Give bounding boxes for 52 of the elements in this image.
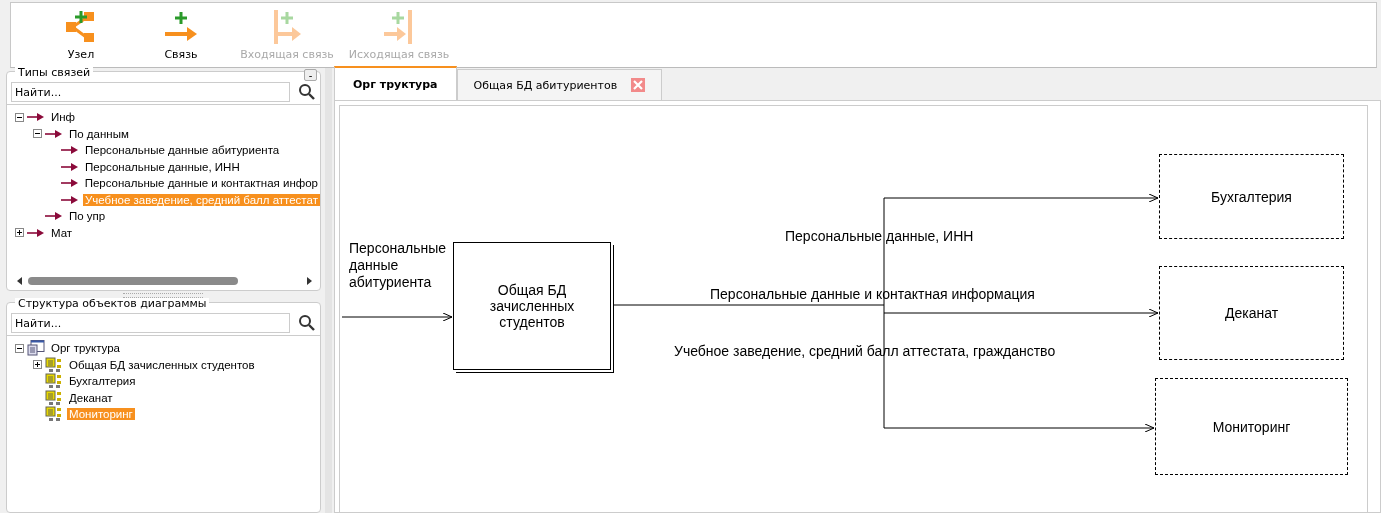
diagram-node: Деканат [1159,266,1344,360]
tree-item[interactable]: По данным [67,127,131,140]
network-icon [45,356,63,373]
network-icon [45,389,63,406]
tree-item[interactable]: Персональные данные абитуриента [83,144,282,157]
panel-title: Структура объектов диаграммы [15,298,210,309]
arrow-icon [27,112,45,123]
toolbar-button[interactable]: Узел [31,3,131,67]
search-icon[interactable] [298,83,316,101]
tab[interactable]: Общая БД абитуриентов [456,69,663,100]
arrow-icon [61,145,79,156]
arrow-icon [61,161,79,172]
expand-toggle-icon[interactable] [33,360,42,370]
arrow-icon [27,227,45,238]
scroll-right-icon[interactable] [307,277,312,285]
arrow-plus-icon [163,9,199,44]
tree-item[interactable]: Общая БД зачисленных студентов [67,358,257,371]
network-icon [45,373,63,390]
document-icon [27,340,45,357]
diagram-node: Общая БД зачисленных студентов [453,242,611,370]
tree-item[interactable]: Деканат [67,391,115,404]
tab[interactable]: Орг труктура [334,66,457,100]
arrow-icon [60,178,79,189]
tree-item[interactable]: Персональные данные и контактная инфор [82,177,320,190]
arrow-icon [45,128,63,139]
scrollbar-thumb[interactable] [28,277,238,285]
panel-title: Типы связей [15,67,94,78]
flow-label: Персональные данные и контактная информация [710,286,1035,302]
flow-label: Персональные данные, ИНН [785,228,974,244]
diagram-node: Бухгалтерия [1159,154,1344,239]
scroll-left-icon[interactable] [17,277,22,285]
collapse-toggle-icon[interactable] [33,129,42,139]
search-field[interactable]: Найти... [11,313,290,333]
flow-label: Персональные данные абитуриента [349,240,448,291]
collapse-button[interactable]: - [304,69,317,81]
search-field[interactable]: Найти... [11,82,290,102]
collapse-toggle-icon[interactable] [15,112,24,122]
diagram-node: Мониторинг [1155,378,1348,475]
tree-item[interactable]: Орг труктура [49,342,122,355]
tree-item[interactable]: Мат [49,226,75,239]
collapse-toggle-icon[interactable] [15,343,24,353]
tree-item[interactable]: Персональные данные, ИНН [83,160,242,173]
tree-item[interactable]: Инф [49,111,78,124]
arrow-icon [61,194,79,205]
expand-toggle-icon[interactable] [15,228,24,238]
toolbar-button[interactable]: Связь [131,3,231,67]
flow-label: Учебное заведение, средний балл аттестата, гражданство [674,343,1056,359]
arrow-icon [45,211,63,222]
network-icon [45,406,63,423]
tree-item[interactable]: По упр [67,210,108,223]
search-icon[interactable] [298,314,316,332]
tree-item[interactable]: Бухгалтерия [67,375,138,388]
